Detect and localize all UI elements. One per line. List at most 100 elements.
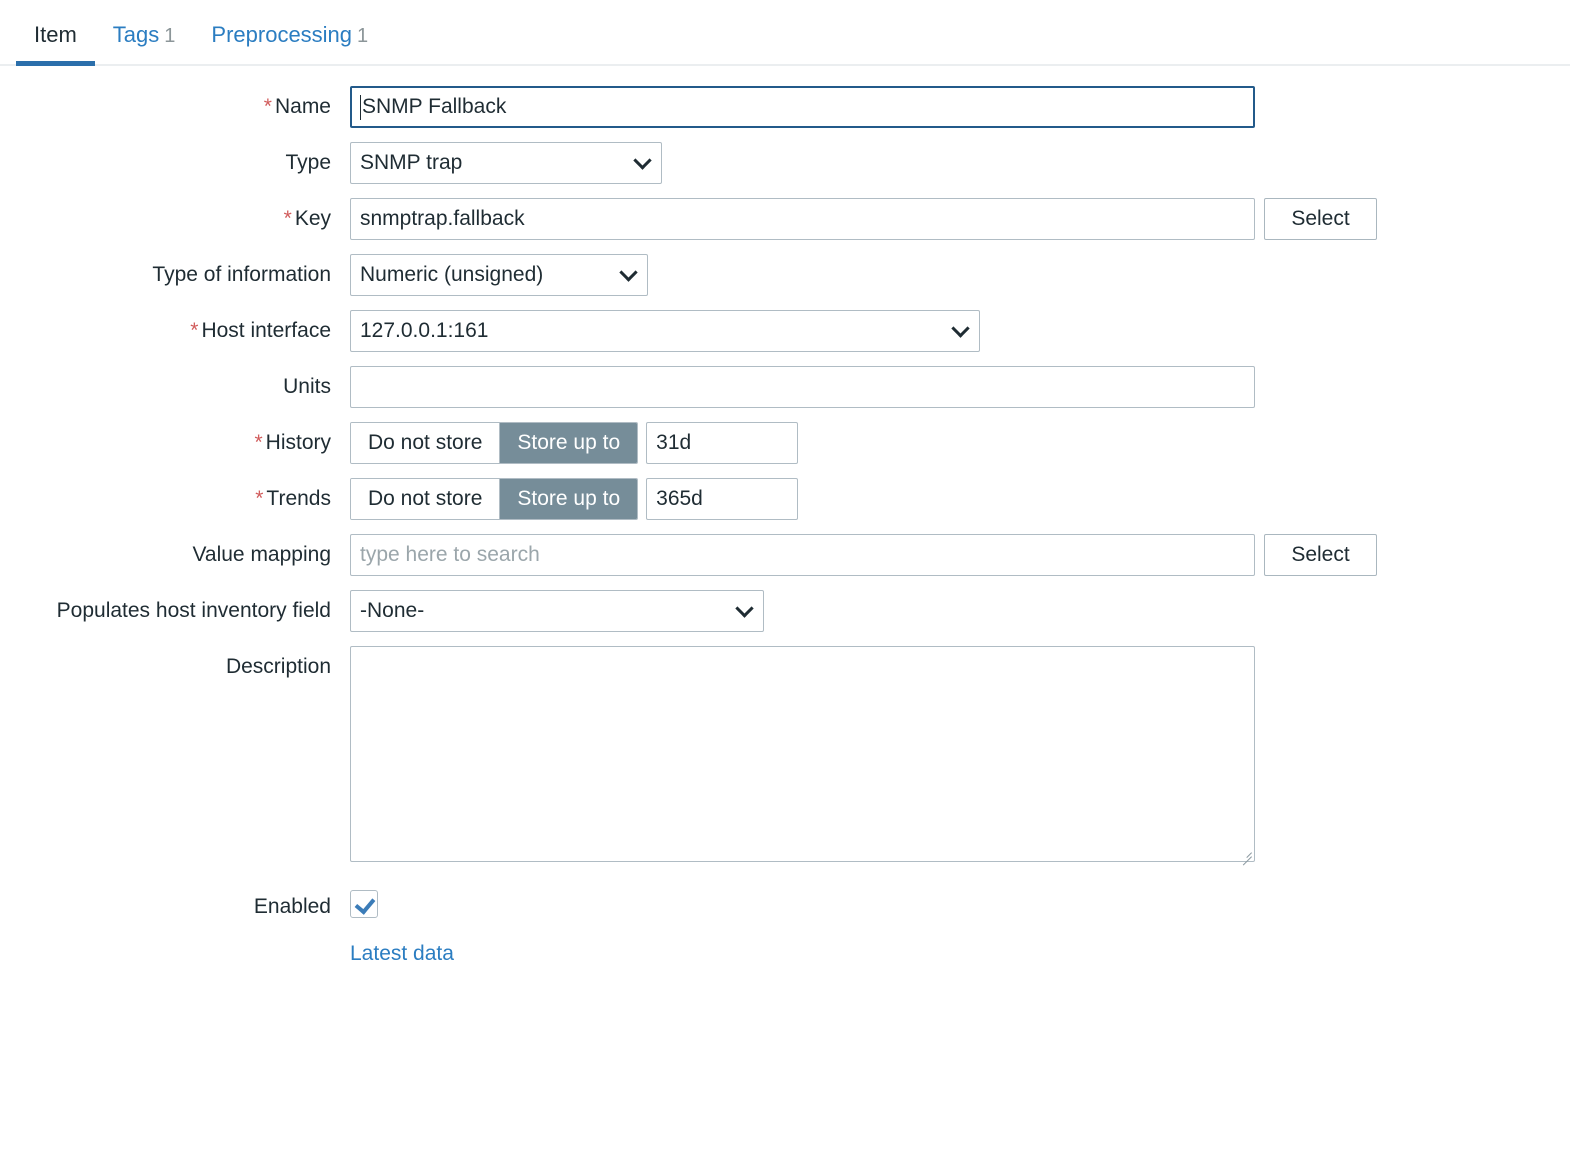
trends-label-text: Trends — [266, 487, 331, 510]
name-input-value: SNMP Fallback — [362, 95, 507, 118]
tab-preprocessing-label: Preprocessing — [211, 22, 353, 47]
history-mode-toggle: Do not store Store up to — [350, 422, 639, 464]
value-mapping-select-button[interactable]: Select — [1264, 534, 1377, 576]
value-mapping-label-text: Value mapping — [192, 543, 331, 566]
history-field-wrap: Do not store Store up to 31d — [350, 422, 799, 464]
value-mapping-label: Value mapping — [0, 534, 350, 568]
chevron-down-icon — [735, 599, 754, 618]
form-row-key: * Key snmptrap.fallback Select — [0, 198, 1570, 240]
history-label-text: History — [265, 431, 331, 454]
form-row-type: Type SNMP trap — [0, 142, 1570, 184]
chevron-down-icon — [619, 263, 638, 282]
trends-store-up-to-option[interactable]: Store up to — [500, 479, 638, 519]
name-field-wrap: SNMP Fallback — [350, 86, 1255, 128]
form-row-history: * History Do not store Store up to 31d — [0, 422, 1570, 464]
type-of-information-label: Type of information — [0, 254, 350, 288]
tab-tags-label: Tags — [112, 22, 160, 47]
trends-mode-toggle: Do not store Store up to — [350, 478, 639, 520]
units-label: Units — [0, 366, 350, 400]
inventory-field-wrap: -None- — [350, 590, 764, 632]
history-value: 31d — [656, 431, 692, 454]
required-asterisk: * — [254, 431, 263, 454]
latest-data-link[interactable]: Latest data — [350, 942, 454, 966]
inventory-field-value: -None- — [360, 599, 425, 622]
form-row-type-of-information: Type of information Numeric (unsigned) — [0, 254, 1570, 296]
trends-label: * Trends — [0, 478, 350, 512]
host-interface-label: * Host interface — [0, 310, 350, 344]
form-row-inventory-field: Populates host inventory field -None- — [0, 590, 1570, 632]
description-label: Description — [0, 646, 350, 680]
form-row-host-interface: * Host interface 127.0.0.1:161 — [0, 310, 1570, 352]
tab-bar: Item Tags 1 Preprocessing 1 — [0, 0, 1570, 66]
history-store-up-to-option[interactable]: Store up to — [500, 423, 638, 463]
key-select-button[interactable]: Select — [1264, 198, 1377, 240]
tab-item-label: Item — [34, 22, 77, 47]
type-of-information-field-wrap: Numeric (unsigned) — [350, 254, 648, 296]
key-label-text: Key — [294, 207, 331, 230]
name-label: * Name — [0, 86, 350, 120]
trends-value-input[interactable]: 365d — [646, 478, 799, 520]
type-of-information-label-text: Type of information — [152, 263, 331, 286]
name-input[interactable]: SNMP Fallback — [350, 86, 1255, 128]
inventory-field-select[interactable]: -None- — [350, 590, 764, 632]
type-select-value: SNMP trap — [360, 151, 463, 174]
form-row-description: Description — [0, 646, 1570, 866]
chevron-down-icon — [951, 319, 970, 338]
type-select[interactable]: SNMP trap — [350, 142, 662, 184]
trends-field-wrap: Do not store Store up to 365d — [350, 478, 799, 520]
type-of-information-select[interactable]: Numeric (unsigned) — [350, 254, 648, 296]
chevron-down-icon — [633, 151, 652, 170]
inventory-field-label-text: Populates host inventory field — [56, 599, 331, 622]
tab-preprocessing-count: 1 — [357, 25, 369, 47]
name-label-text: Name — [274, 95, 331, 118]
enabled-label: Enabled — [0, 890, 350, 920]
enabled-checkbox[interactable] — [350, 890, 378, 918]
latest-data-spacer — [0, 942, 350, 950]
form-row-latest-data: Latest data — [0, 942, 1570, 966]
form-row-trends: * Trends Do not store Store up to 365d — [0, 478, 1570, 520]
units-field-wrap — [350, 366, 1255, 408]
enabled-label-text: Enabled — [253, 895, 331, 918]
form-row-name: * Name SNMP Fallback — [0, 86, 1570, 128]
host-interface-value: 127.0.0.1:161 — [360, 319, 489, 342]
required-asterisk: * — [283, 207, 292, 230]
form-row-units: Units — [0, 366, 1570, 408]
tab-preprocessing[interactable]: Preprocessing 1 — [193, 0, 386, 66]
item-form: * Name SNMP Fallback Type SNMP trap * Key … — [0, 66, 1570, 966]
form-row-enabled: Enabled — [0, 890, 1570, 920]
key-label: * Key — [0, 198, 350, 232]
units-input[interactable] — [350, 366, 1255, 408]
key-input[interactable]: snmptrap.fallback — [350, 198, 1255, 240]
enabled-field-wrap — [350, 890, 378, 918]
type-of-information-value: Numeric (unsigned) — [360, 263, 544, 286]
required-asterisk: * — [255, 487, 264, 510]
type-field-wrap: SNMP trap — [350, 142, 662, 184]
description-textarea[interactable] — [350, 646, 1255, 862]
description-label-text: Description — [225, 655, 331, 678]
key-input-value: snmptrap.fallback — [360, 207, 525, 230]
form-row-value-mapping: Value mapping type here to search Select — [0, 534, 1570, 576]
trends-do-not-store-option[interactable]: Do not store — [351, 479, 501, 519]
history-value-input[interactable]: 31d — [646, 422, 799, 464]
value-mapping-field-wrap: type here to search Select — [350, 534, 1377, 576]
history-label: * History — [0, 422, 350, 456]
required-asterisk: * — [263, 95, 272, 118]
history-do-not-store-option[interactable]: Do not store — [351, 423, 501, 463]
host-interface-field-wrap: 127.0.0.1:161 — [350, 310, 980, 352]
type-label-text: Type — [285, 151, 331, 174]
host-interface-select[interactable]: 127.0.0.1:161 — [350, 310, 980, 352]
tab-tags[interactable]: Tags 1 — [95, 0, 194, 66]
value-mapping-placeholder: type here to search — [360, 543, 540, 566]
value-mapping-input[interactable]: type here to search — [350, 534, 1255, 576]
host-interface-label-text: Host interface — [201, 319, 331, 342]
description-field-wrap — [350, 646, 1255, 866]
trends-value: 365d — [656, 487, 703, 510]
tab-item[interactable]: Item — [16, 0, 95, 66]
inventory-field-label: Populates host inventory field — [0, 590, 350, 624]
units-label-text: Units — [283, 375, 331, 398]
latest-data-wrap: Latest data — [350, 942, 454, 966]
type-label: Type — [0, 142, 350, 176]
tab-tags-count: 1 — [164, 25, 176, 47]
required-asterisk: * — [190, 319, 199, 342]
text-caret — [360, 94, 361, 120]
